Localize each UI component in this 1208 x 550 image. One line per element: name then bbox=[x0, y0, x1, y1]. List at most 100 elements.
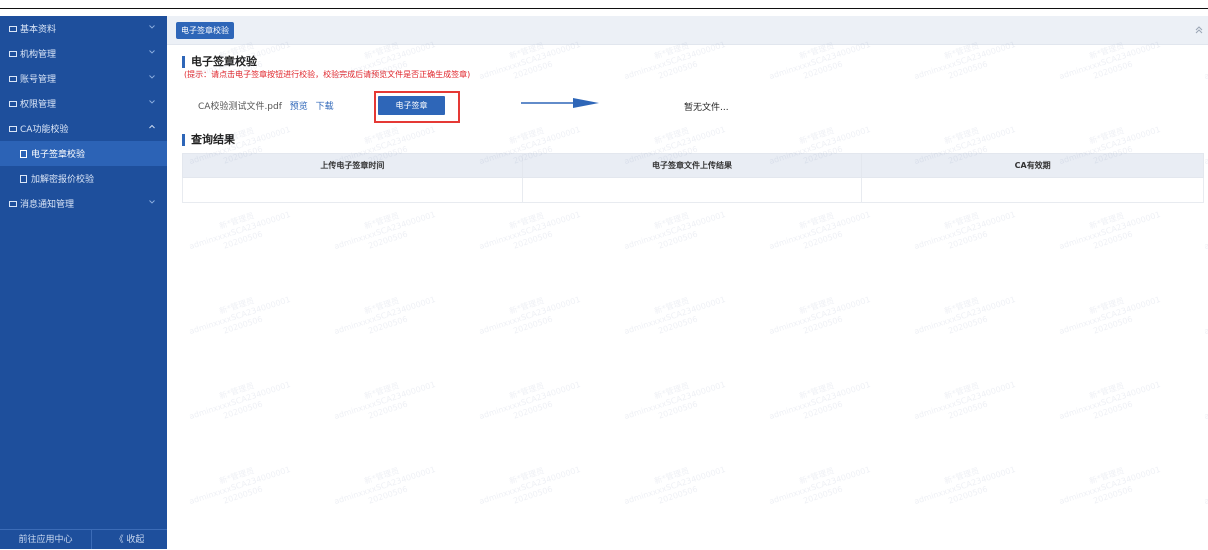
watermark-line: 20200506 bbox=[367, 484, 409, 506]
watermark-line: 新*管理员 bbox=[653, 126, 691, 146]
chevron-down-icon bbox=[149, 49, 155, 55]
watermark-line: 20200506 bbox=[512, 229, 554, 251]
watermark-line: 新*管理员 bbox=[653, 466, 691, 486]
watermark-line: adminxxxxSCA234000001 bbox=[1203, 379, 1208, 422]
collapse-sidebar-button[interactable]: 《 收起 bbox=[92, 530, 167, 550]
document-icon bbox=[20, 174, 27, 183]
watermark-line: 20200506 bbox=[1092, 59, 1134, 81]
esign-button[interactable]: 电子签章 bbox=[378, 96, 445, 115]
watermark-line: adminxxxxSCA234000001 bbox=[333, 464, 437, 507]
sidebar-item-label: 基本资料 bbox=[20, 25, 57, 35]
watermark-line: 20200506 bbox=[802, 484, 844, 506]
watermark-line: 20200506 bbox=[222, 484, 264, 506]
column-header: 上传电子签章时间 bbox=[182, 153, 523, 178]
download-link[interactable]: 下载 bbox=[316, 102, 334, 112]
sidebar-subitem-encrypt-check[interactable]: 加解密报价校验 bbox=[0, 166, 167, 191]
watermark-line: 20200506 bbox=[1092, 229, 1134, 251]
watermark-line: adminxxxxSCA234000001 bbox=[478, 379, 582, 422]
sidebar-item-basic-info[interactable]: 基本资料 bbox=[0, 16, 167, 41]
watermark-line: 20200506 bbox=[512, 484, 554, 506]
arrow-right-icon bbox=[521, 98, 599, 108]
watermark-line: adminxxxxSCA234000001 bbox=[1058, 39, 1162, 82]
watermark-line: adminxxxxSCA234000001 bbox=[913, 379, 1017, 422]
watermark-line: 新*管理员 bbox=[363, 381, 401, 401]
chevron-up-icon bbox=[149, 124, 155, 130]
sidebar-item-label: 消息通知管理 bbox=[20, 200, 75, 210]
watermark-line: 新*管理员 bbox=[943, 466, 981, 486]
watermark-text: 新*管理员adminxxxxSCA23400000120200506 bbox=[1055, 285, 1165, 346]
document-icon bbox=[20, 149, 27, 158]
watermark-line: 20200506 bbox=[1092, 484, 1134, 506]
watermark-line: 20200506 bbox=[512, 399, 554, 421]
sidebar-footer: 前往应用中心 《 收起 bbox=[0, 529, 167, 549]
hint-text: (提示：请点击电子签章按钮进行校验，校验完成后请预览文件是否正确生成签章) bbox=[184, 70, 471, 79]
sidebar-item-org[interactable]: 机构管理 bbox=[0, 41, 167, 66]
watermark-line: adminxxxxSCA234000001 bbox=[188, 379, 292, 422]
chevron-down-icon bbox=[149, 199, 155, 205]
no-file-text: 暂无文件... bbox=[684, 103, 729, 113]
watermark-line: 新*管理员 bbox=[1088, 466, 1126, 486]
watermark-text: 新*管理员adminxxxxSCA23400000120200506 bbox=[475, 200, 585, 261]
watermark-text: 新*管理员adminxxxxSCA23400000120200506 bbox=[1200, 200, 1208, 261]
watermark-line: 新*管理员 bbox=[943, 296, 981, 316]
watermark-text: 新*管理员adminxxxxSCA23400000120200506 bbox=[185, 285, 295, 346]
sidebar: 基本资料 机构管理 账号管理 权限管理 CA功能校验 电子签章校验 加解密报价校… bbox=[0, 16, 167, 549]
watermark-line: 20200506 bbox=[947, 484, 989, 506]
watermark-line: adminxxxxSCA234000001 bbox=[768, 464, 872, 507]
watermark-line: 新*管理员 bbox=[1200, 115, 1208, 157]
watermark-line: 新*管理员 bbox=[1088, 211, 1126, 231]
watermark-text: 新*管理员adminxxxxSCA23400000120200506 bbox=[910, 370, 1020, 431]
watermark-line: 20200506 bbox=[222, 229, 264, 251]
watermark-line: adminxxxxSCA234000001 bbox=[623, 379, 727, 422]
watermark-line: 新*管理员 bbox=[508, 466, 546, 486]
watermark-text: 新*管理员adminxxxxSCA23400000120200506 bbox=[765, 370, 875, 431]
watermark-line: 新*管理员 bbox=[508, 211, 546, 231]
watermark-line: 新*管理员 bbox=[943, 126, 981, 146]
watermark-line: 新*管理员 bbox=[798, 381, 836, 401]
watermark-line: adminxxxxSCA234000001 bbox=[623, 464, 727, 507]
double-chevron-up-icon[interactable] bbox=[1194, 25, 1204, 35]
watermark-line: 新*管理员 bbox=[1200, 370, 1208, 412]
sidebar-item-ca-check[interactable]: CA功能校验 bbox=[0, 116, 167, 141]
watermark-text: 新*管理员adminxxxxSCA23400000120200506 bbox=[1055, 455, 1165, 516]
watermark-line: 新*管理员 bbox=[1200, 455, 1208, 497]
watermark-line: adminxxxxSCA234000001 bbox=[913, 294, 1017, 337]
watermark-text: 新*管理员adminxxxxSCA23400000120200506 bbox=[620, 370, 730, 431]
sidebar-subitem-esign-check[interactable]: 电子签章校验 bbox=[0, 141, 167, 166]
watermark-line: 20200506 bbox=[367, 399, 409, 421]
sidebar-item-permission[interactable]: 权限管理 bbox=[0, 91, 167, 116]
table-header-row: 上传电子签章时间 电子签章文件上传结果 CA有效期 bbox=[182, 153, 1204, 178]
watermark-line: 20200506 bbox=[222, 314, 264, 336]
watermark-line: 新*管理员 bbox=[218, 296, 256, 316]
table-row bbox=[182, 177, 1204, 203]
folder-icon bbox=[9, 75, 17, 82]
watermark-text: 新*管理员adminxxxxSCA23400000120200506 bbox=[910, 200, 1020, 261]
watermark-line: adminxxxxSCA234000001 bbox=[1203, 294, 1208, 337]
watermark-line: adminxxxxSCA234000001 bbox=[913, 464, 1017, 507]
watermark-line: adminxxxxSCA234000001 bbox=[913, 209, 1017, 252]
watermark-text: 新*管理员adminxxxxSCA23400000120200506 bbox=[475, 370, 585, 431]
watermark-line: adminxxxxSCA234000001 bbox=[1203, 209, 1208, 252]
tab-esign-check[interactable]: 电子签章校验 bbox=[176, 22, 234, 39]
watermark-line: adminxxxxSCA234000001 bbox=[913, 39, 1017, 82]
watermark-text: 新*管理员adminxxxxSCA23400000120200506 bbox=[330, 200, 440, 261]
watermark-line: adminxxxxSCA234000001 bbox=[1058, 464, 1162, 507]
watermark-line: adminxxxxSCA234000001 bbox=[768, 294, 872, 337]
folder-icon bbox=[9, 200, 17, 207]
watermark-line: 新*管理员 bbox=[1088, 296, 1126, 316]
watermark-line: adminxxxxSCA234000001 bbox=[768, 209, 872, 252]
app-center-link[interactable]: 前往应用中心 bbox=[0, 530, 92, 549]
sidebar-item-account[interactable]: 账号管理 bbox=[0, 66, 167, 91]
watermark-line: 新*管理员 bbox=[653, 296, 691, 316]
tab-bar: 电子签章校验 bbox=[167, 16, 1208, 45]
preview-link[interactable]: 预览 bbox=[290, 102, 308, 112]
watermark-text: 新*管理员adminxxxxSCA23400000120200506 bbox=[1200, 455, 1208, 516]
window-top-edge bbox=[0, 0, 1208, 9]
watermark-line: 20200506 bbox=[947, 229, 989, 251]
watermark-line: adminxxxxSCA234000001 bbox=[333, 294, 437, 337]
watermark-line: 新*管理员 bbox=[653, 381, 691, 401]
sidebar-item-notifications[interactable]: 消息通知管理 bbox=[0, 191, 167, 216]
section-title-results: 查询结果 bbox=[182, 134, 235, 146]
watermark-line: 20200506 bbox=[802, 229, 844, 251]
watermark-line: 20200506 bbox=[367, 229, 409, 251]
